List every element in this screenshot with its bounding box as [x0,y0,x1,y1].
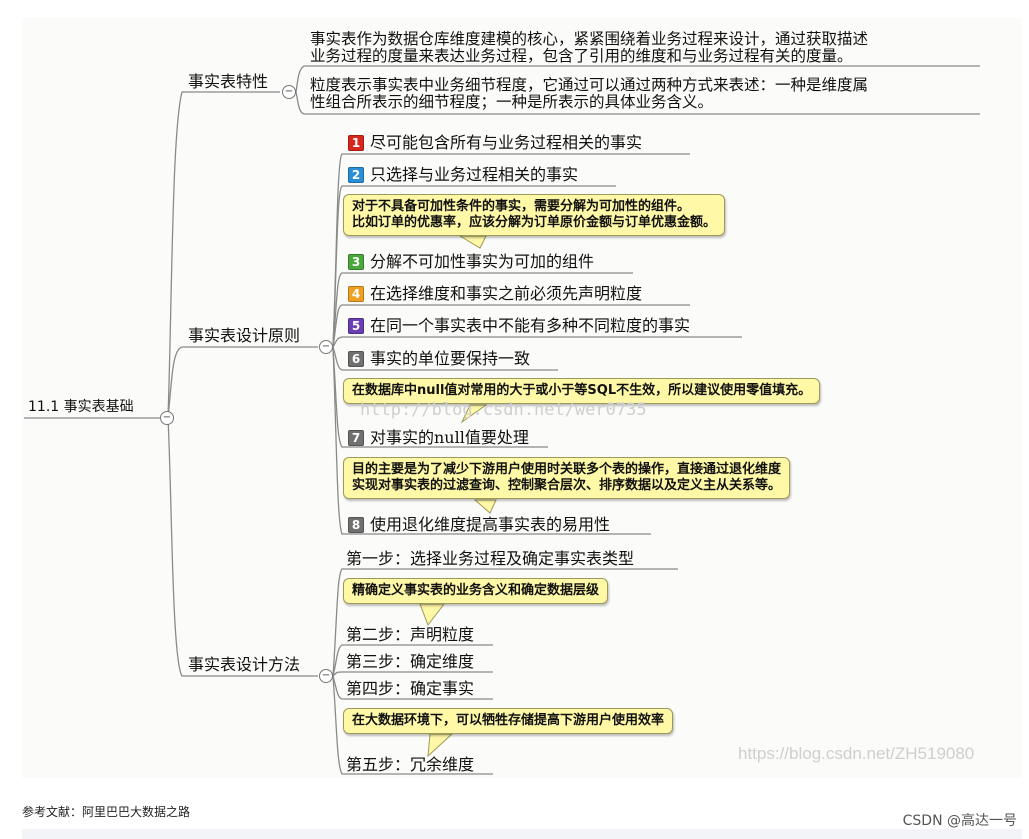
number-4-icon: 4 [348,286,364,302]
branch-methods[interactable]: 事实表设计方法 [188,655,300,674]
principle-label: 事实的单位要保持一致 [370,349,531,368]
collapse-icon[interactable]: − [160,411,174,425]
bottom-bar [22,829,1022,839]
method-step-4[interactable]: 第四步：确定事实 [346,679,474,698]
reference-caption: 参考文献：阿里巴巴大数据之路 [22,805,191,819]
principle-item-8[interactable]: 8 使用退化维度提高事实表的易用性 [348,515,610,534]
number-2-icon: 2 [348,167,364,183]
number-6-icon: 6 [348,351,364,367]
principle-item-7[interactable]: 7 对事实的null值要处理 [348,428,529,447]
number-8-icon: 8 [348,517,364,533]
callout-note: 精确定义事实表的业务含义和确定数据层级 [343,578,609,604]
principle-label: 只选择与业务过程相关的事实 [370,165,579,184]
principle-label: 尽可能包含所有与业务过程相关的事实 [370,133,643,152]
principle-item-6[interactable]: 6 事实的单位要保持一致 [348,349,530,368]
collapse-icon[interactable]: − [319,340,333,354]
principle-label: 在同一个事实表中不能有多种不同粒度的事实 [370,316,691,335]
principle-label: 在选择维度和事实之前必须先声明粒度 [370,284,643,303]
principle-label: 使用退化维度提高事实表的易用性 [370,515,611,534]
callout-note: 在大数据环境下，可以牺牲存储提高下游用户使用效率 [343,708,674,734]
method-step-5[interactable]: 第五步：冗余维度 [346,755,474,774]
principle-item-2[interactable]: 2 只选择与业务过程相关的事实 [348,165,578,184]
method-step-1[interactable]: 第一步：选择业务过程及确定事实表类型 [346,549,634,568]
principle-item-5[interactable]: 5 在同一个事实表中不能有多种不同粒度的事实 [348,316,690,335]
principle-label: 对事实的null值要处理 [370,428,529,447]
method-step-2[interactable]: 第二步：声明粒度 [346,625,474,644]
principle-item-4[interactable]: 4 在选择维度和事实之前必须先声明粒度 [348,284,642,303]
callout-note: 对于不具备可加性条件的事实，需要分解为可加性的组件。 比如订单的优惠率，应该分解… [343,194,726,236]
method-step-3[interactable]: 第三步：确定维度 [346,652,474,671]
branch-principles[interactable]: 事实表设计原则 [188,326,300,345]
root-node[interactable]: 11.1 事实表基础 [28,398,134,417]
principle-label: 分解不可加性事实为可加的组件 [370,252,595,271]
number-1-icon: 1 [348,135,364,151]
features-desc-2: 粒度表示事实表中业务细节程度，它通过可以通过两种方式来表述：一种是维度属 性组合… [310,76,869,111]
features-desc-1: 事实表作为数据仓库维度建模的核心，紧紧围绕着业务过程来设计，通过获取描述 业务过… [310,30,869,65]
watermark-text: http://blog.csdn.net/wer0735 [360,400,647,420]
number-5-icon: 5 [348,318,364,334]
principle-item-1[interactable]: 1 尽可能包含所有与业务过程相关的事实 [348,133,642,152]
number-7-icon: 7 [348,430,364,446]
callout-note: 目的主要是为了减少下游用户使用时关联多个表的操作，直接通过退化维度 实现对事实表… [343,457,791,499]
collapse-icon[interactable]: − [319,669,333,683]
principle-item-3[interactable]: 3 分解不可加性事实为可加的组件 [348,252,594,271]
collapse-icon[interactable]: − [282,85,296,99]
branch-features[interactable]: 事实表特性 [188,72,268,91]
csdn-author-watermark: CSDN @高达一号 [902,813,1017,829]
number-3-icon: 3 [348,254,364,270]
watermark-text: https://blog.csdn.net/ZH519080 [738,744,975,763]
